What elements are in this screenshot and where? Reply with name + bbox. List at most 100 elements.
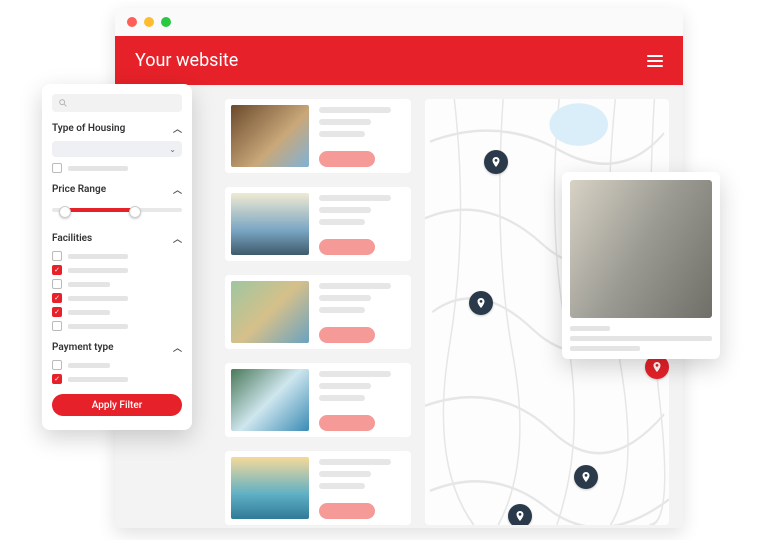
listings-column <box>225 99 411 525</box>
listing-title-placeholder <box>319 459 391 465</box>
chevron-up-icon: ︿ <box>173 341 182 354</box>
listing-card[interactable] <box>225 187 411 261</box>
filter-option[interactable] <box>52 265 182 275</box>
filter-option[interactable] <box>52 293 182 303</box>
checkbox[interactable] <box>52 360 62 370</box>
option-label-placeholder <box>68 282 110 287</box>
listing-line-placeholder <box>319 383 371 389</box>
section-header[interactable]: Facilities ︿ <box>52 232 182 245</box>
apply-filter-label: Apply Filter <box>92 400 143 411</box>
listing-thumbnail <box>231 457 309 519</box>
filter-section-housing: Type of Housing ︿ ⌄ <box>52 122 182 173</box>
filter-option[interactable] <box>52 279 182 289</box>
site-header: Your website <box>115 36 683 85</box>
checkbox[interactable] <box>52 265 62 275</box>
listing-thumbnail <box>231 105 309 167</box>
filter-option[interactable] <box>52 307 182 317</box>
listing-line-placeholder <box>319 219 365 225</box>
listing-line-placeholder <box>319 483 365 489</box>
section-header[interactable]: Payment type ︿ <box>52 341 182 354</box>
checkbox[interactable] <box>52 279 62 289</box>
option-label-placeholder <box>68 310 110 315</box>
checkbox[interactable] <box>52 163 62 173</box>
window-maximize-dot[interactable] <box>161 17 171 27</box>
listing-price-badge <box>319 151 375 167</box>
apply-filter-button[interactable]: Apply Filter <box>52 394 182 416</box>
section-title: Facilities <box>52 233 92 244</box>
listing-title-placeholder <box>319 371 391 377</box>
listing-card[interactable] <box>225 363 411 437</box>
section-title: Payment type <box>52 342 113 353</box>
option-label-placeholder <box>68 268 128 273</box>
property-popup-card[interactable] <box>562 172 720 359</box>
listing-card[interactable] <box>225 99 411 173</box>
window-close-dot[interactable] <box>127 17 137 27</box>
map-pin[interactable] <box>484 150 508 174</box>
listing-line-placeholder <box>319 471 371 477</box>
filter-section-price: Price Range ︿ <box>52 183 182 222</box>
map-pin[interactable] <box>508 504 532 525</box>
listing-body <box>319 105 405 167</box>
option-label-placeholder <box>68 166 128 171</box>
listing-title-placeholder <box>319 107 391 113</box>
option-label-placeholder <box>68 363 110 368</box>
listing-thumbnail <box>231 281 309 343</box>
filter-option[interactable] <box>52 321 182 331</box>
listing-line-placeholder <box>319 307 365 313</box>
site-title: Your website <box>135 50 238 71</box>
checkbox[interactable] <box>52 251 62 261</box>
listing-title-placeholder <box>319 283 391 289</box>
option-label-placeholder <box>68 324 128 329</box>
search-icon <box>58 98 68 108</box>
price-slider[interactable] <box>52 202 182 222</box>
filter-option[interactable] <box>52 360 182 370</box>
listing-price-badge <box>319 239 375 255</box>
section-header[interactable]: Type of Housing ︿ <box>52 122 182 135</box>
filter-panel: Type of Housing ︿ ⌄ Price Range ︿ Facili… <box>42 84 192 430</box>
filter-section-payment: Payment type ︿ <box>52 341 182 384</box>
listing-body <box>319 457 405 519</box>
listing-line-placeholder <box>319 131 365 137</box>
listing-line-placeholder <box>319 119 371 125</box>
checkbox[interactable] <box>52 293 62 303</box>
checkbox[interactable] <box>52 374 62 384</box>
meta-line-placeholder <box>570 346 640 351</box>
map-pin[interactable] <box>469 291 493 315</box>
listing-price-badge <box>319 327 375 343</box>
menu-icon[interactable] <box>647 55 663 67</box>
slider-handle-min[interactable] <box>59 206 71 218</box>
filter-section-facilities: Facilities ︿ <box>52 232 182 331</box>
listing-line-placeholder <box>319 207 371 213</box>
listing-line-placeholder <box>319 395 365 401</box>
window-minimize-dot[interactable] <box>144 17 154 27</box>
listing-card[interactable] <box>225 451 411 525</box>
property-popup-meta <box>570 326 712 351</box>
listing-thumbnail <box>231 369 309 431</box>
meta-line-placeholder <box>570 336 712 341</box>
filter-option[interactable] <box>52 374 182 384</box>
listing-card[interactable] <box>225 275 411 349</box>
property-popup-image <box>570 180 712 318</box>
checkbox[interactable] <box>52 307 62 317</box>
listing-body <box>319 193 405 255</box>
listing-thumbnail <box>231 193 309 255</box>
window-titlebar <box>115 8 683 36</box>
option-label-placeholder <box>68 296 128 301</box>
listing-body <box>319 281 405 343</box>
search-input[interactable] <box>52 94 182 112</box>
slider-handle-max[interactable] <box>129 206 141 218</box>
meta-line-placeholder <box>570 326 610 331</box>
listing-body <box>319 369 405 431</box>
chevron-up-icon: ︿ <box>173 232 182 245</box>
chevron-up-icon: ︿ <box>173 122 182 135</box>
checkbox[interactable] <box>52 321 62 331</box>
section-title: Price Range <box>52 184 106 195</box>
chevron-up-icon: ︿ <box>173 183 182 196</box>
section-title: Type of Housing <box>52 123 125 134</box>
housing-dropdown[interactable]: ⌄ <box>52 141 182 157</box>
listing-title-placeholder <box>319 195 391 201</box>
listing-line-placeholder <box>319 295 371 301</box>
filter-option[interactable] <box>52 163 182 173</box>
filter-option[interactable] <box>52 251 182 261</box>
section-header[interactable]: Price Range ︿ <box>52 183 182 196</box>
